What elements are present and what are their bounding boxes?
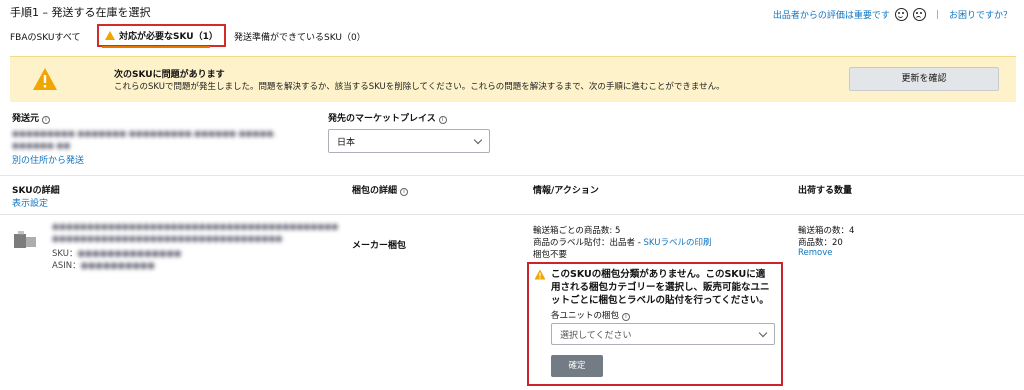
product-name-line2[interactable]: ●●●●●●●●●●●●●●●●●●●●●●●●●●●●●●●●● (52, 234, 282, 243)
warning-triangle-icon (33, 68, 57, 90)
chevron-down-icon (473, 135, 483, 144)
tab-ready-skus[interactable]: 発送準備ができているSKU（0） (234, 30, 366, 43)
happy-face-icon[interactable] (894, 8, 908, 21)
ship-from-label-text: 発送元 (12, 114, 40, 124)
prep-alert-line3: ットごとに梱包とラベルの貼付を行ってください。 (551, 295, 769, 306)
label-owner-text: 商品のラベル貼付：出品者 - (533, 238, 644, 248)
marketplace-label: 発先のマーケットプレイス i (328, 111, 447, 124)
col-quantity: 出荷する数量 (798, 186, 853, 196)
box-count: 輸送箱の数：4 (798, 226, 855, 236)
unit-count: 商品数：20 (798, 238, 843, 248)
product-name-line1[interactable]: ●●●●●●●●●●●●●●●●●●●●●●●●●●●●●●●●●●●●●●●●… (52, 222, 338, 231)
tab-action-required-label: 対応が必要なSKU（1） (119, 32, 218, 42)
asin-row: ASIN：●●●●●●●●●● (52, 259, 155, 271)
refresh-button[interactable]: 更新を確認 (849, 67, 999, 91)
tab-action-required[interactable]: 対応が必要なSKU（1） (97, 24, 226, 47)
remove-link[interactable]: Remove (798, 248, 833, 258)
units-per-box: 輸送箱ごとの商品数: 5 (533, 226, 621, 236)
sku-tabs: FBAのSKUすべて 対応が必要なSKU（1） 発送準備ができているSKU（0） (10, 22, 1024, 50)
col-sku-details: SKUの詳細 (12, 186, 60, 196)
prep-select-placeholder: 選択してください (560, 330, 632, 341)
warning-banner: 次のSKUに問題があります これらのSKUで問題が発生しました。問題を解決するか… (10, 56, 1016, 102)
prep-field-label-text: 各ユニットの梱包 (551, 311, 620, 321)
packing-type: メーカー梱包 (352, 241, 407, 251)
prep-alert-message: このSKUの梱包分類がありません。このSKUに適 用される梱包カテゴリーを選択し… (551, 268, 770, 307)
ship-from-address-line1: ●●●●●●●●● ●●●●●●● ●●●●●●●●●,●●●●●● ●●●●●… (12, 129, 277, 138)
info-icon[interactable]: i (438, 116, 447, 124)
print-label-link[interactable]: SKUラベルの印刷 (643, 238, 711, 248)
prep-none: 梱包不要 (533, 250, 568, 260)
marketplace-selected: 日本 (337, 137, 356, 148)
product-thumbnail[interactable] (12, 228, 42, 254)
active-tab-underline (102, 46, 210, 48)
info-icon[interactable]: i (400, 188, 409, 196)
header-separator: | (935, 9, 939, 20)
info-icon[interactable]: i (42, 116, 51, 124)
prep-field-label: 各ユニットの梱包 i (551, 309, 631, 321)
label-owner: 商品のラベル貼付：出品者 - SKUラベルの印刷 (533, 236, 711, 248)
table-top-divider (0, 175, 1024, 176)
prep-alert-line2: 用される梱包カテゴリーを選択し、販売可能なユニ (551, 282, 770, 293)
asin-value: ●●●●●●●●●● (80, 261, 155, 271)
warning-icon (534, 269, 546, 280)
banner-message: これらのSKUで問題が発生しました。問題を解決するか、該当するSKUを削除してく… (114, 82, 725, 92)
feedback-link[interactable]: 出品者からの評価は重要です (773, 8, 890, 21)
sku-row: SKU：●●●●●●●●●●●●●● (52, 247, 181, 259)
col-packing-text: 梱包の詳細 (352, 186, 398, 196)
sad-face-icon[interactable] (912, 8, 926, 21)
display-settings-link[interactable]: 表示設定 (12, 196, 48, 209)
help-link[interactable]: お困りですか？ (949, 8, 1012, 21)
warning-icon (105, 31, 115, 40)
ship-from-address-line2: ●●●●●● ●● (12, 141, 71, 150)
info-icon[interactable]: i (622, 313, 631, 321)
sku-value: ●●●●●●●●●●●●●● (77, 249, 182, 259)
alt-address-link[interactable]: 別の住所から発送 (12, 153, 84, 166)
table-header-divider (0, 214, 1024, 215)
prep-alert-line1: このSKUの梱包分類がありません。このSKUに適 (551, 269, 766, 280)
col-info-action: 情報/アクション (533, 186, 599, 196)
prep-category-select[interactable]: 選択してください (551, 323, 775, 345)
chevron-down-icon (758, 328, 768, 337)
header-right: 出品者からの評価は重要です | お困りですか？ (773, 8, 1012, 21)
marketplace-select[interactable]: 日本 (328, 129, 490, 153)
ship-from-label: 発送元 i (12, 111, 51, 124)
tab-all-skus[interactable]: FBAのSKUすべて (10, 30, 80, 43)
marketplace-label-text: 発先のマーケットプレイス (328, 114, 436, 124)
banner-heading: 次のSKUに問題があります (114, 70, 225, 80)
sku-label: SKU： (52, 249, 78, 259)
confirm-button[interactable]: 確定 (551, 355, 603, 377)
asin-label: ASIN： (52, 261, 81, 271)
col-packing: 梱包の詳細 i (352, 183, 409, 196)
page-title: 手順1 – 発送する在庫を選択 (10, 6, 151, 19)
